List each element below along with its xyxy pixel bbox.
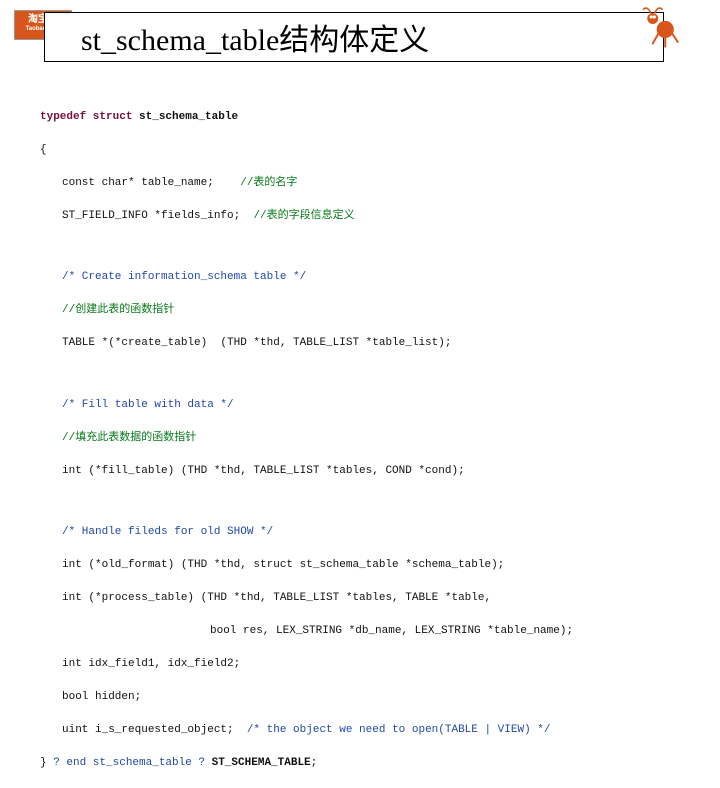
code-line: { [40,142,680,159]
title-container: st_schema_table结构体定义 [44,12,664,62]
code-line: bool hidden; [40,689,680,706]
code-line: //填充此表数据的函数指针 [40,430,680,447]
code-line: TABLE *(*create_table) (THD *thd, TABLE_… [40,335,680,352]
ant-mascot-icon [632,6,686,56]
code-line: } ? end st_schema_table ? ST_SCHEMA_TABL… [40,755,680,772]
code-line: int (*old_format) (THD *thd, struct st_s… [40,557,680,574]
code-line: uint i_s_requested_object; /* the object… [40,722,680,739]
code-line: /* Fill table with data */ [40,397,680,414]
code-line: const char* table_name; //表的名字 [40,175,680,192]
code-line: //创建此表的函数指针 [40,302,680,319]
code-block: typedef struct st_schema_table { const c… [40,92,680,788]
code-line: /* Create information_schema table */ [40,269,680,286]
page-title: st_schema_table结构体定义 [81,15,429,59]
code-line: int idx_field1, idx_field2; [40,656,680,673]
code-line: typedef struct st_schema_table [40,109,680,126]
code-line: ST_FIELD_INFO *fields_info; //表的字段信息定义 [40,208,680,225]
code-line: int (*fill_table) (THD *thd, TABLE_LIST … [40,463,680,480]
code-line: int (*process_table) (THD *thd, TABLE_LI… [40,590,680,607]
code-line: bool res, LEX_STRING *db_name, LEX_STRIN… [40,623,680,640]
code-line: /* Handle fileds for old SHOW */ [40,524,680,541]
